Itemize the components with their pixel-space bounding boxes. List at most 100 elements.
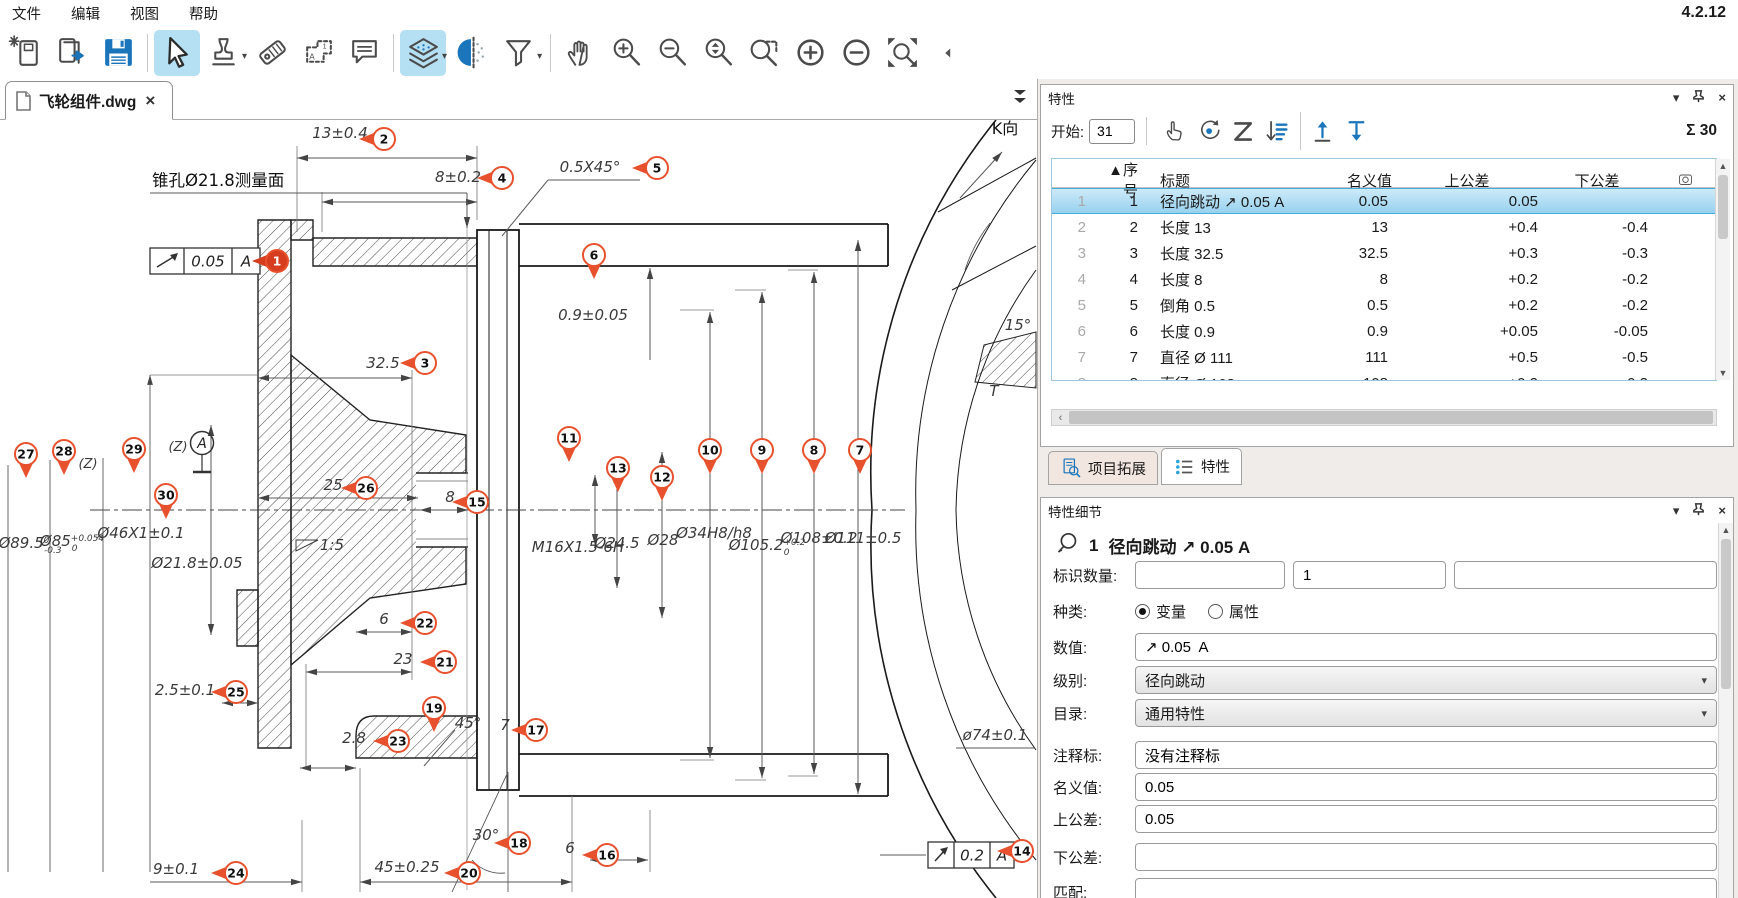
column-header-lower[interactable]: 下公差 — [1546, 170, 1656, 191]
tab-characteristics[interactable]: 特性 — [1161, 448, 1242, 485]
zoom-vertical-icon[interactable] — [695, 30, 741, 76]
catalog-combobox[interactable]: 通用特性 ▾ — [1135, 699, 1717, 727]
pan-tool-icon[interactable] — [557, 30, 603, 76]
details-pin-icon[interactable] — [1692, 503, 1705, 518]
table-horizontal-scrollbar[interactable]: ‹ — [1051, 409, 1717, 426]
tag-tool-icon[interactable] — [249, 30, 295, 76]
id-quantity-input-3[interactable] — [1454, 561, 1717, 589]
panel-close-icon[interactable]: × — [1718, 91, 1726, 104]
balloon-28[interactable]: 28 — [53, 440, 75, 475]
sort-list-icon[interactable] — [1260, 114, 1294, 148]
value-input[interactable] — [1135, 633, 1717, 661]
collapse-toolbar-icon[interactable] — [925, 30, 971, 76]
balloon-12[interactable]: 12 — [651, 466, 673, 501]
pick-item-icon[interactable] — [1158, 114, 1192, 148]
tab-project-expand[interactable]: 项目拓展 — [1048, 451, 1158, 485]
id-quantity-input-2[interactable] — [1293, 561, 1446, 589]
panel-pin-icon[interactable] — [1692, 90, 1705, 105]
balloon-4[interactable]: 4 — [477, 167, 513, 189]
balloon-22[interactable]: 22 — [400, 612, 436, 634]
tab-list-icon[interactable] — [1012, 87, 1028, 105]
dropdown-caret-icon[interactable]: ▾ — [242, 51, 247, 62]
column-header-title[interactable]: 标题 — [1150, 170, 1296, 191]
balloon-5[interactable]: 5 — [632, 157, 668, 179]
balloon-7[interactable]: 7 — [849, 439, 871, 474]
balloon-16[interactable]: 16 — [582, 844, 618, 866]
dropdown-caret-icon[interactable]: ▾ — [537, 51, 542, 62]
kind-radio-variable[interactable] — [1135, 604, 1150, 619]
menu-item-2[interactable]: 编辑 — [71, 3, 100, 24]
start-number-input[interactable] — [1089, 119, 1135, 144]
column-header-upper[interactable]: 上公差 — [1396, 170, 1546, 191]
select-tool-icon[interactable] — [154, 30, 200, 76]
table-row[interactable]: 22长度 1313+0.4-0.4 — [1052, 214, 1716, 240]
balloon-8[interactable]: 8 — [803, 439, 825, 474]
column-header-nominal[interactable]: 名义值 — [1296, 170, 1396, 191]
balloon-21[interactable]: 21 — [420, 651, 456, 673]
nominal-input[interactable] — [1135, 773, 1717, 801]
table-row[interactable]: 44长度 88+0.2-0.2 — [1052, 266, 1716, 292]
balloon-24[interactable]: 24 — [211, 862, 247, 884]
decrease-icon[interactable] — [833, 30, 879, 76]
tab-close-icon[interactable]: × — [145, 91, 155, 111]
balloon-25[interactable]: 25 — [211, 681, 247, 703]
filter-tool-icon[interactable] — [495, 30, 541, 76]
details-dropdown-icon[interactable]: ▾ — [1673, 504, 1680, 517]
lower-tolerance-label: 下公差: — [1053, 847, 1135, 868]
upper-tolerance-input[interactable] — [1135, 805, 1717, 833]
match-input[interactable] — [1135, 878, 1717, 898]
balloon-13[interactable]: 13 — [607, 457, 629, 492]
table-vertical-scrollbar[interactable]: ▲ ▼ — [1715, 159, 1730, 380]
characteristics-panel-title: 特性 — [1048, 88, 1075, 108]
kind-radio-attribute[interactable] — [1208, 604, 1223, 619]
balloon-29[interactable]: 29 — [123, 438, 145, 473]
stamp-tool-icon[interactable] — [200, 30, 246, 76]
class-combobox[interactable]: 径向跳动 ▾ — [1135, 666, 1717, 694]
move-up-icon[interactable] — [1307, 114, 1341, 148]
balloon-27[interactable]: 27 — [15, 443, 37, 478]
balloon-20[interactable]: 20 — [444, 862, 480, 884]
balloon-3[interactable]: 3 — [400, 352, 436, 374]
id-quantity-label: 标识数量: — [1053, 565, 1135, 586]
balloon-18[interactable]: 18 — [494, 832, 530, 854]
increase-icon[interactable] — [787, 30, 833, 76]
move-down-icon[interactable] — [1341, 114, 1375, 148]
menu-item-1[interactable]: 文件 — [12, 3, 41, 24]
region-tool-icon[interactable]: A1 — [295, 30, 341, 76]
table-row[interactable]: 77直径 Ø 111111+0.5-0.5 — [1052, 344, 1716, 370]
table-row[interactable]: 55倒角 0.50.5+0.2-0.2 — [1052, 292, 1716, 318]
id-quantity-input-1[interactable] — [1135, 561, 1285, 589]
balloon-10[interactable]: 10 — [699, 439, 721, 474]
balloon-9[interactable]: 9 — [751, 439, 773, 474]
zoom-in-icon[interactable] — [603, 30, 649, 76]
layers-tool-icon[interactable] — [400, 30, 446, 76]
table-row[interactable]: 11径向跳动 ↗ 0.05 A0.050.05 — [1052, 188, 1716, 214]
table-row[interactable]: 66长度 0.90.9+0.05-0.05 — [1052, 318, 1716, 344]
document-tab[interactable]: 飞轮组件.dwg × — [5, 81, 173, 120]
zoom-window-icon[interactable] — [741, 30, 787, 76]
zoom-extents-icon[interactable] — [879, 30, 925, 76]
lower-tolerance-input[interactable] — [1135, 843, 1717, 871]
details-close-icon[interactable]: × — [1718, 504, 1726, 517]
dropdown-caret-icon[interactable]: ▾ — [442, 51, 447, 62]
select-frame-icon[interactable] — [1656, 171, 1716, 189]
drawing-canvas[interactable]: 0.05A0.2A 13±0.4锥孔Ø21.8测量面8±0.20.5X45°0.… — [0, 120, 1037, 898]
mirror-tool-icon[interactable] — [449, 30, 495, 76]
open-document-icon[interactable] — [49, 30, 95, 76]
note-input[interactable] — [1135, 741, 1717, 769]
panel-dropdown-icon[interactable]: ▾ — [1673, 91, 1680, 104]
balloon-6[interactable]: 6 — [583, 244, 605, 279]
table-row[interactable]: 33长度 32.532.5+0.3-0.3 — [1052, 240, 1716, 266]
menu-item-3[interactable]: 视图 — [130, 3, 159, 24]
comment-tool-icon[interactable] — [341, 30, 387, 76]
new-document-icon[interactable] — [3, 30, 49, 76]
zoom-out-icon[interactable] — [649, 30, 695, 76]
sequence-icon[interactable] — [1226, 114, 1260, 148]
balloon-30[interactable]: 30 — [155, 484, 177, 519]
balloon-11[interactable]: 11 — [558, 427, 580, 462]
renumber-icon[interactable] — [1192, 114, 1226, 148]
table-row[interactable]: 88直径 Ø 108108+0.2-0.2 — [1052, 370, 1716, 381]
save-document-icon[interactable] — [95, 30, 141, 76]
menu-item-4[interactable]: 帮助 — [189, 3, 218, 24]
details-vertical-scrollbar[interactable]: ▲ — [1718, 523, 1733, 898]
